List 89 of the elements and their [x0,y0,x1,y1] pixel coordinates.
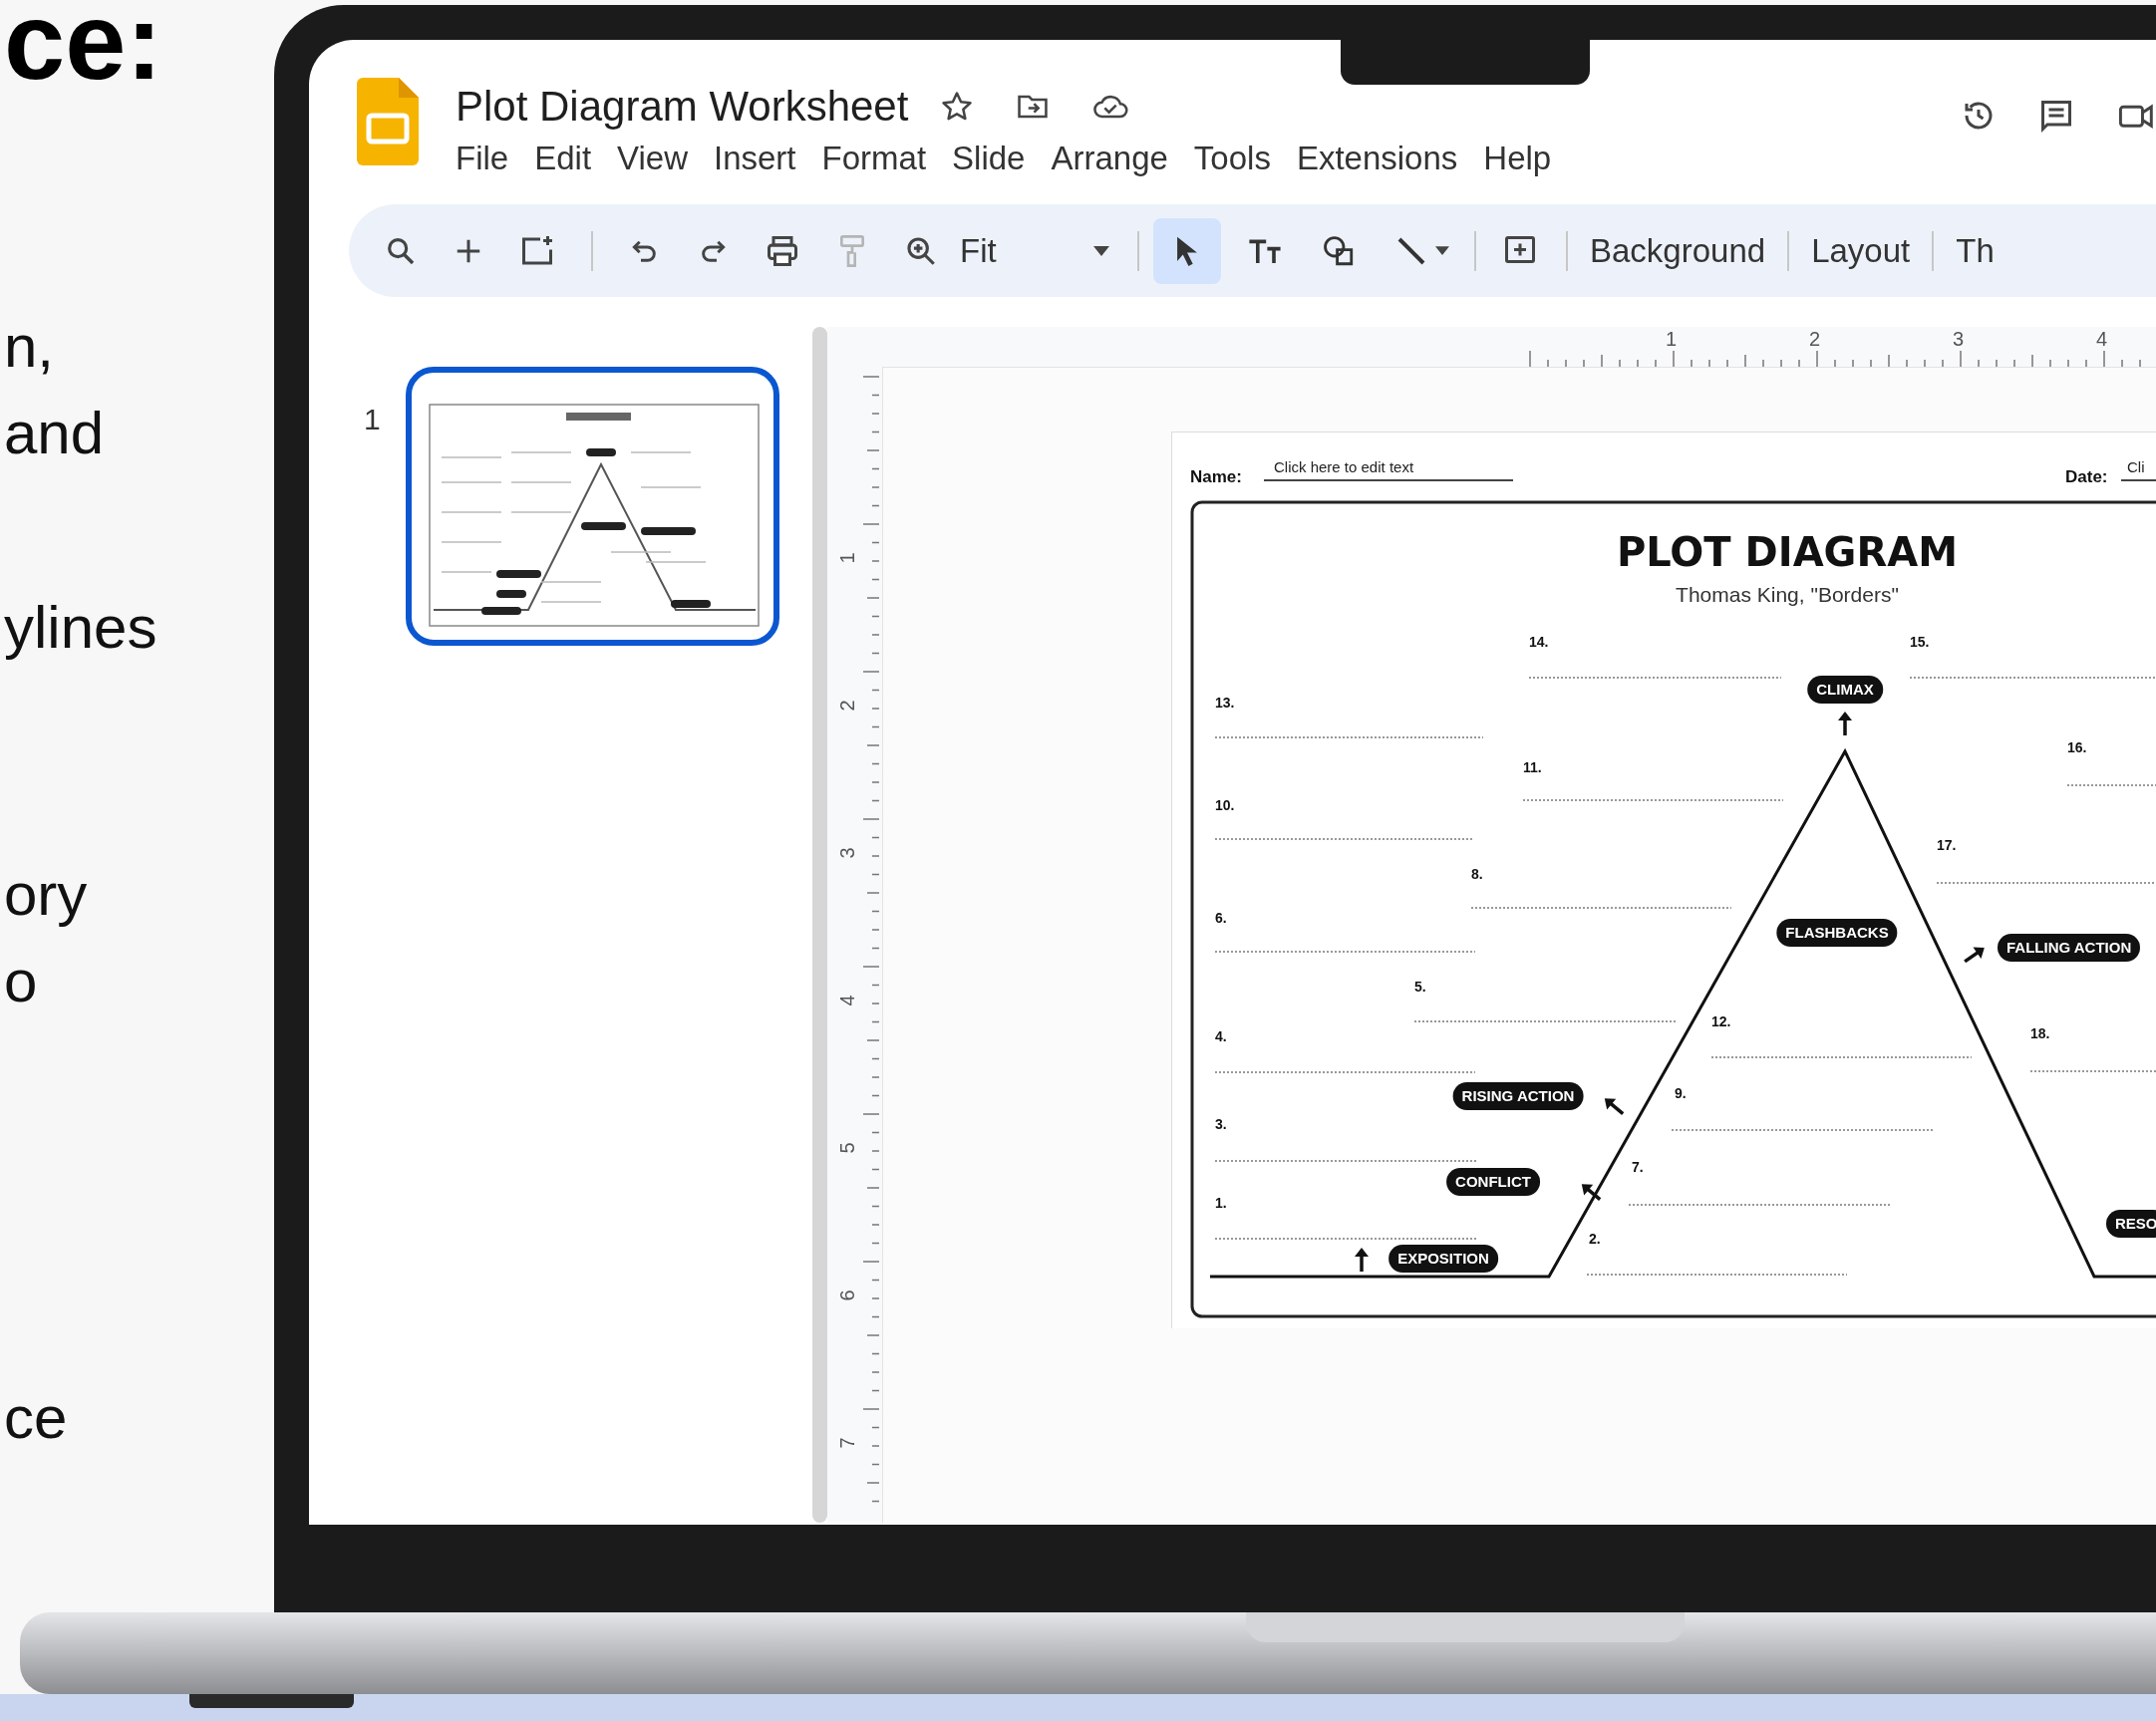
prompt-number: 2. [1589,1232,1601,1246]
slide-thumbnail[interactable] [406,367,779,646]
ruler-number: 3 [1953,329,1965,349]
prompt-number: 5. [1414,980,1426,994]
zoom-dropdown[interactable]: Fit [960,225,1109,276]
prompt-number: 15. [1910,635,1930,649]
comments-icon[interactable] [2038,98,2074,134]
answer-line[interactable] [1936,882,2156,884]
answer-line[interactable] [1214,838,1475,840]
toolbar-button[interactable]: Layout [1811,225,1911,276]
prompt-number: 4. [1215,1029,1227,1043]
body-text: o [4,952,38,1011]
stage-label: CONFLICT [1446,1168,1540,1196]
prompt-number: 10. [1215,798,1235,812]
name-field[interactable]: Click here to edit text [1264,456,1513,481]
answer-line[interactable] [1671,1129,1934,1131]
slide-number: 1 [364,402,382,437]
prompt-number: 14. [1529,635,1549,649]
body-text: ce [4,1388,68,1448]
prompt-number: 3. [1215,1117,1227,1131]
menu-item[interactable]: Help [1483,138,1552,179]
prompt-number: 12. [1711,1014,1731,1028]
answer-line[interactable] [1470,907,1732,909]
answer-line[interactable] [1628,1204,1891,1206]
prompt-number: 16. [2067,740,2087,754]
ruler-number: 1 [1666,329,1678,349]
answer-line[interactable] [2029,1070,2156,1072]
ruler-number: 2 [1809,329,1821,349]
prompt-number: 11. [1523,760,1542,774]
body-text: n, [4,317,55,377]
caret-icon [1093,245,1109,256]
scrollbar[interactable] [812,327,827,1523]
name-label: Name: [1190,466,1242,488]
answer-line[interactable] [1586,1274,1848,1276]
answer-line[interactable] [2066,784,2156,786]
answer-line[interactable] [1522,799,1784,801]
menu-item[interactable]: Slide [952,138,1026,179]
answer-line[interactable] [1214,951,1476,953]
date-label: Date: [2065,466,2108,488]
caret-icon [1435,246,1449,255]
answer-line[interactable] [1413,1020,1677,1022]
menu-item[interactable]: Insert [714,138,796,179]
menu-item[interactable]: Arrange [1051,138,1168,179]
toolbar-button[interactable]: Th [1956,225,1995,276]
stage-label: FALLING ACTION [1998,934,2141,962]
prompt-number: 9. [1675,1086,1687,1100]
prompt-number: 1. [1215,1196,1227,1210]
worksheet-title: PLOT DIAGRAM [1616,532,1959,572]
toolbar-button[interactable]: Background [1590,225,1766,276]
prompt-number: 18. [2030,1026,2050,1040]
stage-label: EXPOSITION [1388,1245,1498,1273]
body-text: ylines [4,598,157,658]
menu-item[interactable]: Extensions [1296,138,1458,179]
body-text: and [4,404,105,463]
answer-line[interactable] [1214,1160,1478,1162]
arrow-icon [1355,1248,1369,1272]
prompt-number: 8. [1471,867,1483,881]
document-title[interactable]: Plot Diagram Worksheet [456,86,909,128]
answer-line[interactable] [1214,1071,1476,1073]
menu-item[interactable]: View [617,138,688,179]
prompt-number: 7. [1632,1160,1644,1174]
worksheet-subtitle: Thomas King, "Borders" [1675,584,1900,605]
menu-item[interactable]: File [456,138,509,179]
stage-label: FLASHBACKS [1776,919,1898,947]
date-field[interactable]: Cli [2121,456,2156,481]
arrow-icon [1838,712,1852,735]
answer-line[interactable] [1909,677,2156,679]
prompt-number: 17. [1937,838,1957,852]
answer-line[interactable] [1528,677,1782,679]
select-tool[interactable] [1153,217,1221,284]
stage-label: RISING ACTION [1452,1082,1584,1110]
menu-item[interactable]: Tools [1193,138,1271,179]
answer-line[interactable] [1214,1238,1478,1240]
stage-label: CLIMAX [1807,676,1883,704]
ruler-number: 4 [2096,329,2108,349]
arrow-icon [1964,947,1985,964]
answer-line[interactable] [1214,736,1484,738]
slides-logo-icon[interactable] [357,78,419,165]
arrow-icon [1604,1098,1625,1116]
menu-item[interactable]: Edit [534,138,592,179]
prompt-number: 13. [1215,696,1235,710]
stage-label: RESO [2106,1210,2156,1238]
menu-item[interactable]: Format [821,138,927,179]
prompt-number: 6. [1215,911,1227,925]
shapes-icon [1322,233,1356,268]
heading-text: ce: [4,0,162,96]
arrow-icon [1581,1184,1602,1202]
answer-line[interactable] [1710,1056,1973,1058]
body-text: ory [4,865,88,925]
